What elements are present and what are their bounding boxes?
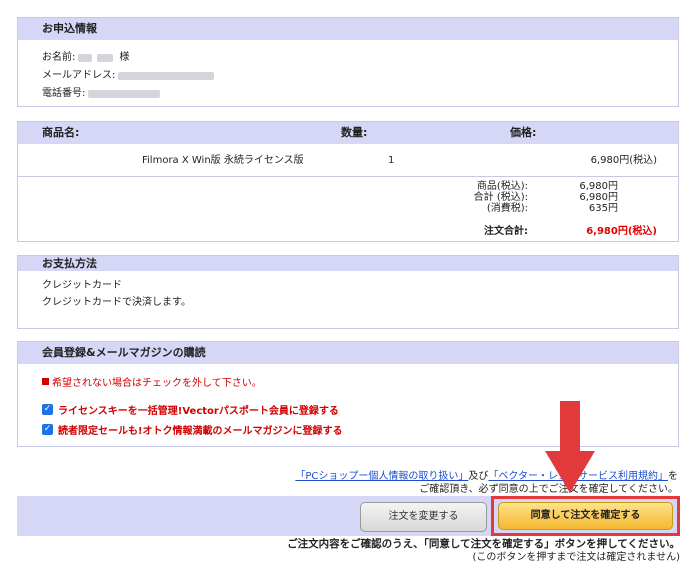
terms-notice: 「PCショップー個人情報の取り扱い」及び「ベクター・レジ・サービス利用規約」を (295, 470, 678, 483)
membership-warning: 希望されない場合はチェックを外して下さい。 (42, 374, 678, 389)
product-name: Filmora X Win版 永続ライセンス版 (142, 155, 304, 166)
action-button-bar: 注文を変更する 同意して注文を確定する (17, 496, 680, 536)
square-bullet-icon (42, 378, 49, 385)
name-suffix: 様 (119, 52, 130, 63)
down-arrow-icon (545, 401, 595, 493)
payment-method-value: クレジットカード (42, 280, 122, 291)
total-value: 6,980円(税込) (586, 226, 657, 237)
newsletter-signup-checkbox[interactable]: ✓ (42, 423, 53, 435)
total-label: 注文合計: (484, 226, 528, 237)
footer-instruction: ご注文内容をご確認のうえ、「同意して注文を確定する」ボタンを押してください。 (287, 538, 680, 550)
payment-method-section: お支払方法 クレジットカード クレジットカードで決済します。 (17, 255, 679, 329)
terms-and: 及び (468, 471, 489, 482)
col-price: 価格: (510, 126, 537, 139)
name-label: お名前: (42, 52, 76, 63)
applicant-info-section: お申込情報 お名前: 様 メールアドレス: 電話番号: (17, 17, 679, 107)
email-redacted (118, 72, 215, 80)
passport-signup-label[interactable]: ライセンスキーを一括管理!Vectorパスポート会員に登録する (58, 402, 339, 417)
order-summary: 商品(税込): 6,980円 合計 (税込): 6,980円 (消費税): 63… (18, 177, 678, 241)
email-label: メールアドレス: (42, 70, 116, 81)
email-row: メールアドレス: (42, 67, 678, 85)
applicant-info-title: お申込情報 (18, 18, 678, 40)
payment-method-detail: クレジットカードで決済します。 (42, 297, 191, 308)
order-items-section: 商品名: 数量: 価格: Filmora X Win版 永続ライセンス版 1 6… (17, 121, 679, 242)
col-quantity: 数量: (341, 126, 368, 139)
product-price: 6,980円(税込) (590, 155, 657, 166)
tax-label: (消費税): (486, 203, 528, 214)
membership-warning-text: 希望されない場合はチェックを外して下さい。 (52, 378, 262, 389)
footer-note: (このボタンを押すまで注文は確定されません) (472, 552, 680, 563)
col-product-name: 商品名: (42, 126, 80, 139)
table-row: Filmora X Win版 永続ライセンス版 1 6,980円(税込) (18, 144, 678, 177)
membership-title: 会員登録&メールマガジンの購読 (18, 342, 678, 364)
privacy-policy-link[interactable]: 「PCショップー個人情報の取り扱い」 (295, 471, 468, 482)
confirm-highlight-frame: 同意して注文を確定する (491, 496, 680, 536)
name-redacted (78, 54, 93, 62)
product-qty: 1 (388, 155, 395, 166)
name-row: お名前: 様 (42, 49, 678, 67)
phone-label: 電話番号: (42, 88, 86, 99)
terms-tail: を (668, 471, 678, 482)
phone-row: 電話番号: (42, 85, 678, 103)
name-redacted-2 (97, 54, 114, 62)
phone-redacted (88, 90, 161, 98)
tax-value: 635円 (588, 203, 618, 214)
newsletter-signup-label[interactable]: 読者限定セールも!オトク情報満載のメールマガジンに登録する (58, 422, 343, 437)
order-items-header: 商品名: 数量: 価格: (18, 122, 678, 144)
passport-signup-checkbox[interactable]: ✓ (42, 403, 53, 415)
payment-method-title: お支払方法 (18, 256, 678, 271)
confirm-order-button[interactable]: 同意して注文を確定する (498, 502, 673, 530)
change-order-button[interactable]: 注文を変更する (360, 502, 487, 532)
